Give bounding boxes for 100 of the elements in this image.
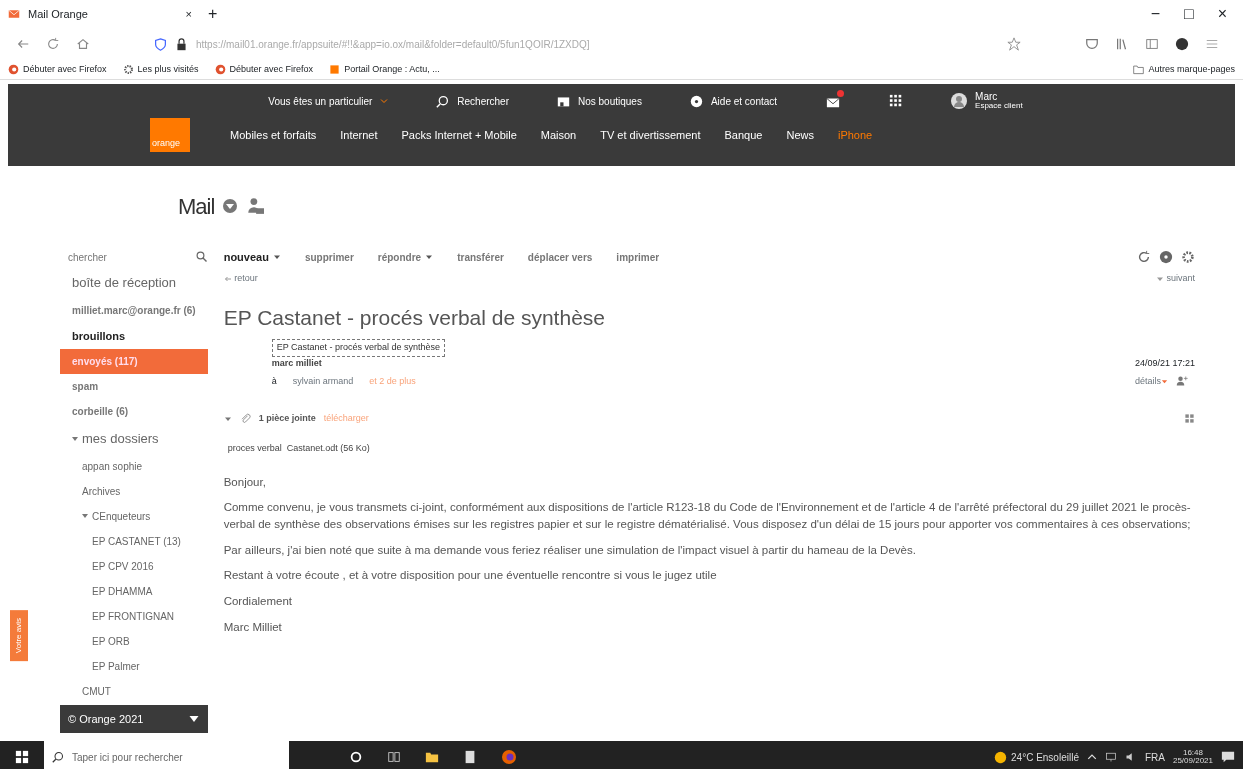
lock-icon (175, 37, 188, 51)
settings-icon[interactable] (1181, 250, 1195, 264)
folder-item[interactable]: CMUT (60, 678, 208, 704)
clock-date: 25/09/2021 (1172, 757, 1213, 765)
windows-icon (15, 750, 29, 764)
minimize-button[interactable]: − (1150, 2, 1160, 26)
paragraph: Marc Milliet (223, 619, 283, 635)
bookmark-link[interactable]: Portail Orange : Actu, ... (329, 62, 440, 77)
nav-link[interactable]: Banque (724, 126, 763, 144)
clock[interactable]: 16:48 25/09/2021 (1172, 749, 1213, 765)
folder-item[interactable]: CEnqueteurs (60, 503, 208, 529)
details-link[interactable]: détails (1134, 374, 1168, 388)
paragraph: Restant à votre écoute , et à votre disposition pour une éventuelle rencontre si vous le jugez utile (223, 568, 718, 584)
firefox-icon[interactable] (501, 749, 517, 765)
folder-item[interactable]: EP DHAMMA (60, 578, 208, 604)
bookmark-link[interactable]: Débuter avec Firefox (8, 62, 107, 77)
folder-item[interactable]: EP ORB (60, 628, 208, 654)
folder-item[interactable]: boîte de réception (60, 268, 208, 298)
folder-item[interactable]: EP CASTANET (13) (60, 528, 208, 554)
notification-icon[interactable] (1221, 750, 1235, 764)
sun-icon (994, 750, 1007, 764)
dropdown-icon[interactable] (222, 198, 239, 214)
contact-mail-icon[interactable] (246, 197, 265, 215)
taskbar-search[interactable]: Taper ici pour rechercher (44, 741, 289, 769)
toolbar-button[interactable]: déplacer vers (527, 249, 593, 265)
browser-tab[interactable]: Mail Orange × (0, 0, 200, 28)
search-icon[interactable] (195, 251, 208, 263)
bookmark-link[interactable]: Les plus visités (122, 62, 199, 77)
weather-widget[interactable]: 24°C Ensoleillé (994, 749, 1079, 765)
close-button[interactable]: × (1217, 2, 1227, 26)
maximize-button[interactable]: □ (1184, 2, 1194, 26)
caret-icon (1160, 377, 1168, 385)
pocket-icon[interactable] (1085, 37, 1099, 51)
sender-name: marc milliet (271, 357, 323, 370)
sidebar-icon[interactable] (1145, 37, 1159, 51)
home-icon[interactable] (76, 37, 90, 51)
nav-link[interactable]: News (786, 126, 814, 144)
toolbar-button[interactable]: répondre (377, 249, 434, 265)
nav-link[interactable]: TV et divertissement (600, 126, 701, 144)
paragraph: Cordialement (223, 593, 294, 609)
folder-item[interactable]: EP FRONTIGNAN (60, 603, 208, 629)
nav-link[interactable]: Maison (540, 126, 577, 144)
search-icon (436, 94, 450, 108)
nav-link[interactable]: Mobiles et forfaits (230, 126, 317, 144)
refresh-icon[interactable] (1137, 250, 1151, 264)
star-icon[interactable] (1007, 37, 1021, 51)
grid-view-icon[interactable] (1184, 413, 1195, 425)
attachments-label: 1 pièce jointe (258, 412, 316, 425)
toolbar-button[interactable]: supprimer (304, 249, 354, 265)
document-icon[interactable] (463, 750, 477, 764)
folder-item[interactable]: spam (60, 374, 208, 399)
add-contact-icon[interactable] (1175, 375, 1188, 388)
folder-item[interactable]: EP Palmer (60, 653, 208, 679)
next-link[interactable]: suivant (1155, 272, 1195, 286)
square-logo-icon (329, 64, 341, 75)
caret-icon (272, 253, 281, 261)
toolbar-button[interactable]: transférer (457, 249, 504, 265)
language-indicator[interactable]: FRA (1144, 749, 1165, 765)
nav-link[interactable]: Packs Internet + Mobile (401, 126, 517, 144)
toolbar-button[interactable]: nouveau (223, 248, 281, 266)
user-subtitle: Espace client (975, 102, 1023, 110)
header-link[interactable]: Vous êtes un particulier (268, 93, 389, 109)
cortana-icon[interactable] (349, 750, 363, 764)
recipient-label: à (271, 374, 277, 388)
attachment-link[interactable]: proces verbal Castanet.odt (56 Ko) (227, 441, 370, 455)
folder-item[interactable]: mes dossiers (60, 424, 208, 454)
avatar-icon[interactable] (1175, 37, 1189, 51)
header-link[interactable]: Rechercher (436, 93, 509, 109)
folder-item[interactable]: EP CPV 2016 (60, 553, 208, 579)
folder-icon[interactable] (425, 750, 439, 764)
caret-icon (380, 97, 389, 105)
close-icon[interactable]: × (185, 5, 192, 23)
task-view-icon[interactable] (387, 750, 401, 764)
recipient-link[interactable]: sylvain armand (292, 374, 354, 388)
toolbar-button[interactable]: imprimer (616, 249, 660, 265)
back-icon[interactable] (16, 37, 30, 51)
folder-item[interactable]: Archives (60, 478, 208, 504)
user-menu[interactable]: Marc Espace client (951, 92, 1023, 110)
folder-item[interactable]: milliet.marc@orange.fr (6) (60, 297, 208, 323)
header-link[interactable]: Aide et contact (689, 93, 778, 109)
folder-item[interactable]: appan sophie (60, 453, 208, 479)
firefox-icon (8, 64, 19, 75)
shield-icon (154, 37, 167, 51)
paragraph: Bonjour, (223, 474, 267, 490)
network-icon[interactable] (1104, 751, 1117, 763)
folder-item[interactable]: corbeille (6) (60, 399, 208, 424)
header-link[interactable]: Nos boutiques (557, 93, 642, 109)
chevron-up-icon[interactable] (1086, 752, 1097, 762)
folder-item[interactable]: brouillons (60, 322, 208, 349)
nav-link[interactable]: Internet (340, 126, 378, 144)
back-link[interactable]: retour (223, 272, 258, 286)
apps-grid-icon[interactable] (889, 94, 904, 108)
nav-link[interactable]: iPhone (837, 126, 873, 144)
paragraph: Par ailleurs, j'ai bien noté que suite à ma demande vous feriez réaliser une simulation de l'impact visuel à partir du hameau de la Devès. (223, 542, 917, 558)
reload-icon[interactable] (46, 37, 60, 51)
library-icon[interactable] (1115, 37, 1129, 51)
bookmark-folder[interactable]: Autres marque-pages (1133, 62, 1235, 77)
bookmark-link[interactable]: Débuter avec Firefox (214, 62, 314, 77)
new-tab-button[interactable]: + (208, 2, 218, 26)
shop-icon (557, 94, 570, 108)
